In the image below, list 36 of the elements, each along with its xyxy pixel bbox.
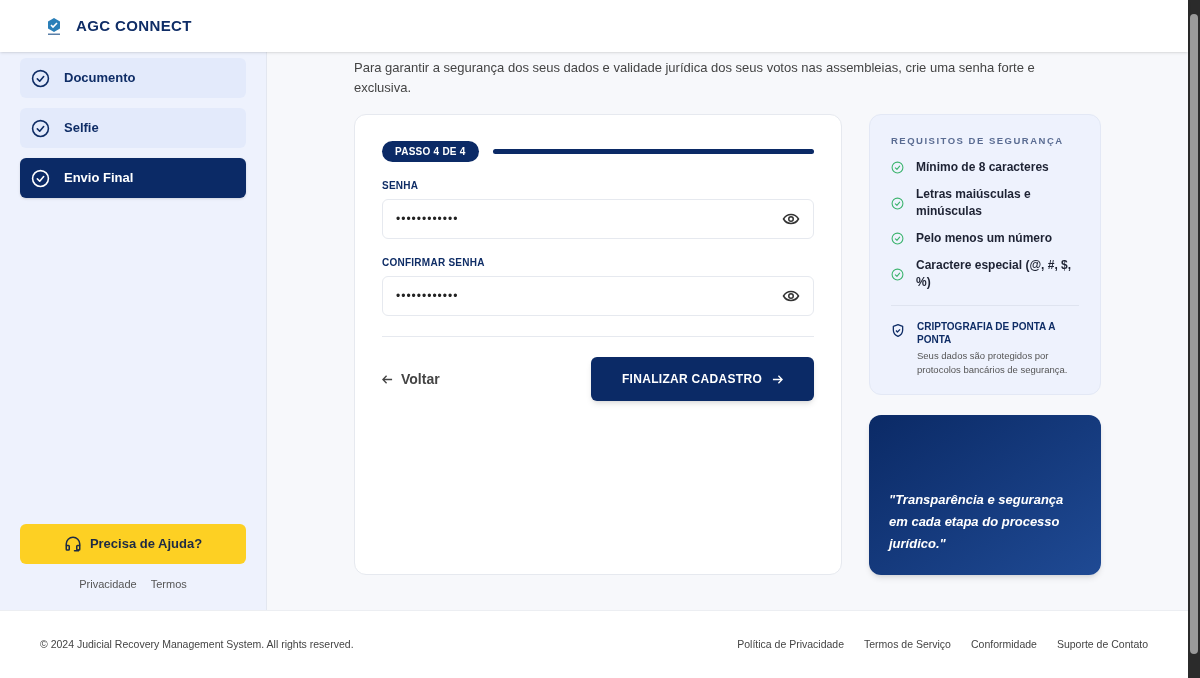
encryption-text: Seus dados são protegidos por protocolos bancários de segurança. <box>917 349 1069 378</box>
field-label: CONFIRMAR SENHA <box>382 256 486 270</box>
scrollbar[interactable] <box>1188 0 1200 678</box>
footer-link[interactable]: Política de Privacidade <box>737 636 844 653</box>
step-item[interactable]: Documento <box>20 58 246 98</box>
check-circle-icon <box>31 168 50 188</box>
step-badge: PASSO 4 DE 4 <box>382 141 479 162</box>
headset-icon <box>63 534 82 553</box>
requirement-text: Letras maiúsculas e minúsculas <box>916 186 1032 221</box>
sidebar-link[interactable]: Termos <box>150 575 187 592</box>
intro-text: Para garantir a segurança dos seus dados e validade jurídica dos seus votos nas assembleias, crie uma senha forte e exclusiva. <box>354 59 1036 97</box>
check-circle-icon <box>31 118 50 138</box>
submit-button[interactable]: FINALIZAR CADASTRO <box>591 357 814 401</box>
back-button[interactable]: Voltar <box>382 368 440 390</box>
encryption-title: CRIPTOGRAFIA DE PONTA A PONTA <box>917 320 1057 347</box>
footer-link[interactable]: Conformidade <box>970 636 1037 653</box>
requirement-text: Mínimo de 8 caracteres <box>916 159 1049 177</box>
brand-name: AGC CONNECT <box>76 15 192 36</box>
check-circle-icon <box>31 68 50 88</box>
arrow-left-icon <box>382 373 393 385</box>
password-field[interactable]: •••••••••••• <box>382 276 814 316</box>
help-button[interactable]: Precisa de Ajuda? <box>20 523 246 564</box>
requirement-text: Caractere especial (@, #, $, %) <box>916 257 1073 292</box>
sidebar-link[interactable]: Privacidade <box>79 575 137 592</box>
step-item[interactable]: Envio Final <box>20 158 246 198</box>
footer-link[interactable]: Termos de Serviço <box>864 636 951 653</box>
field-label: SENHA <box>382 179 420 193</box>
requirement-text: Pelo menos um número <box>916 230 1053 248</box>
step-item[interactable]: Selfie <box>20 108 246 148</box>
quote-text: "Transparência e segurança em cada etapa do processo jurídico." <box>889 491 1065 553</box>
arrow-right-icon <box>772 373 784 385</box>
shield-check-icon <box>891 323 905 339</box>
footer-link[interactable]: Suporte de Contato <box>1056 636 1148 653</box>
copyright-text: © 2024 Judicial Recovery Management System. All rights reserved. <box>40 636 354 652</box>
requirements-title: REQUISITOS DE SEGURANÇA <box>891 134 1065 148</box>
password-field[interactable]: •••••••••••• <box>382 199 814 239</box>
